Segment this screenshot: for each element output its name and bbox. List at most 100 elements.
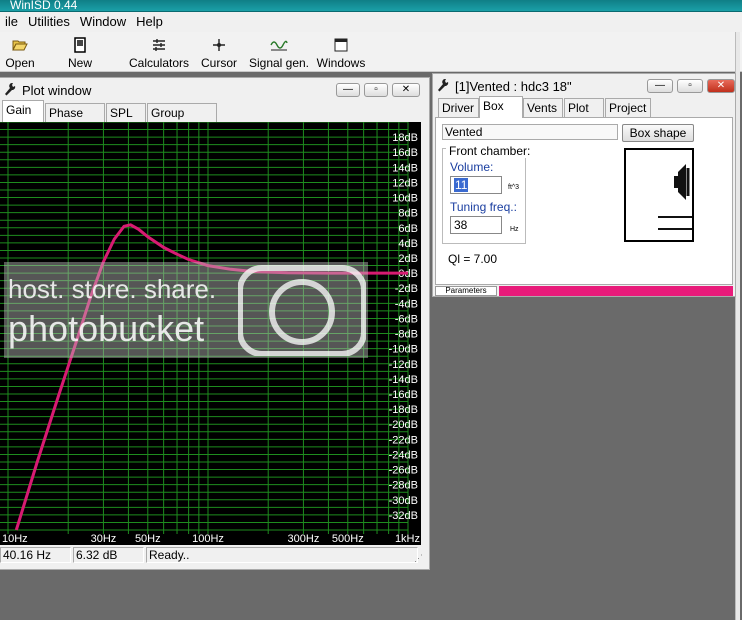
signal-gen-button[interactable]: Signal gen.: [240, 32, 318, 72]
volume-input[interactable]: 11: [450, 176, 502, 194]
gain-plot[interactable]: 18dB 16dB 14dB 12dB 10dB 8dB 6dB 4dB 2dB 0dB -2dB -…: [0, 122, 421, 545]
cursor-button[interactable]: Cursor: [198, 32, 240, 72]
app-title: WinISD 0.44: [10, 0, 78, 12]
status-ready: Ready..: [146, 547, 418, 563]
y-tick-label: 2dB: [398, 253, 418, 265]
y-tick-label: -12dB: [389, 359, 418, 371]
signal-gen-label: Signal gen.: [248, 56, 310, 70]
close-button[interactable]: ✕: [707, 79, 735, 93]
close-icon: ✕: [401, 84, 411, 95]
y-tick-label: -22dB: [389, 434, 418, 446]
y-tick-label: 16dB: [392, 147, 418, 159]
x-tick-label: 300Hz: [288, 533, 320, 545]
y-tick-label: -20dB: [389, 419, 418, 431]
tab-spl[interactable]: SPL: [106, 103, 146, 123]
status-frequency: 40.16 Hz: [0, 547, 71, 563]
x-tick-label: 30Hz: [91, 533, 117, 545]
y-tick-label: -8dB: [395, 329, 418, 341]
open-label: Open: [5, 56, 35, 70]
calculators-label: Calculators: [128, 56, 190, 70]
minimize-icon: —: [343, 84, 353, 95]
y-tick-label: -32dB: [389, 510, 418, 522]
box-type-combo[interactable]: Vented: [442, 124, 618, 140]
y-tick-label: 18dB: [392, 132, 418, 144]
y-tick-label: -2dB: [395, 283, 418, 295]
front-chamber-label: Front chamber:: [446, 144, 534, 158]
calculators-button[interactable]: Calculators: [120, 32, 198, 72]
parameters-tab[interactable]: Parameters: [435, 286, 497, 296]
volume-label: Volume:: [450, 160, 494, 174]
tuning-freq-input[interactable]: 38: [450, 216, 502, 234]
tab-group-delay[interactable]: Group delay: [147, 103, 217, 138]
ql-value: Ql = 7.00: [448, 252, 498, 266]
menu-file[interactable]: ile: [0, 12, 23, 32]
y-tick-label: -4dB: [395, 298, 418, 310]
folder-open-icon: [12, 36, 28, 54]
maximize-icon: ▫: [688, 80, 692, 91]
calculator-icon: [151, 36, 167, 54]
minimize-button[interactable]: —: [647, 79, 673, 93]
plot-status-bar: 40.16 Hz 6.32 dB Ready.. ⋰: [0, 545, 428, 565]
wrench-icon: [4, 82, 18, 99]
maximize-button[interactable]: ▫: [677, 79, 703, 93]
x-tick-label: 10Hz: [2, 533, 28, 545]
resize-grip-icon[interactable]: ⋰: [414, 553, 423, 564]
y-tick-label: -26dB: [389, 465, 418, 477]
box-shape-preview: [624, 148, 694, 242]
maximize-button[interactable]: ▫: [364, 83, 388, 97]
tab-driver[interactable]: Driver: [438, 98, 479, 118]
tuning-freq-label: Tuning freq.:: [450, 200, 517, 214]
menu-bar: ile Utilities Window Help: [0, 12, 742, 32]
new-document-icon: [74, 36, 86, 54]
tab-box[interactable]: Box: [479, 96, 523, 118]
tab-gain[interactable]: Gain: [2, 100, 44, 122]
y-tick-label: -18dB: [389, 404, 418, 416]
cursor-label: Cursor: [200, 56, 237, 70]
sine-wave-icon: [270, 36, 288, 54]
box-window-title: [1]Vented : hdc3 18": [455, 78, 572, 94]
speaker-driver-icon: [658, 164, 692, 230]
tuning-freq-unit: Hz: [510, 226, 519, 233]
menu-help[interactable]: Help: [131, 12, 168, 32]
app-title-bar: WinISD 0.44: [0, 0, 742, 12]
x-tick-label: 500Hz: [332, 533, 364, 545]
box-tab-panel: Vented Box shape Front chamber: Volume: …: [435, 117, 733, 285]
y-tick-label: 10dB: [392, 193, 418, 205]
close-icon: ✕: [716, 80, 726, 91]
box-shape-button[interactable]: Box shape: [622, 124, 694, 142]
y-tick-label: -10dB: [389, 344, 418, 356]
plot-window-title: Plot window: [22, 82, 92, 98]
new-button[interactable]: New: [40, 32, 120, 72]
new-label: New: [67, 56, 92, 70]
wrench-icon: [437, 78, 451, 95]
y-tick-label: 6dB: [398, 223, 418, 235]
toolbar: Open New Calculators Cursor Signal gen. …: [0, 32, 742, 72]
minimize-button[interactable]: —: [336, 83, 360, 97]
x-tick-label: 1kHz: [395, 533, 420, 545]
open-button[interactable]: Open: [0, 32, 40, 72]
maximize-icon: ▫: [374, 84, 378, 95]
y-tick-label: -24dB: [389, 449, 418, 461]
y-tick-label: -30dB: [389, 495, 418, 507]
y-tick-label: -6dB: [395, 313, 418, 325]
minimize-icon: —: [655, 80, 665, 91]
x-tick-label: 100Hz: [192, 533, 224, 545]
volume-value: 11: [454, 178, 469, 192]
status-gain: 6.32 dB: [73, 547, 144, 563]
tab-phase-plot[interactable]: Phase plot: [45, 103, 105, 138]
tab-plot[interactable]: Plot: [564, 98, 604, 118]
windows-label: Windows: [316, 56, 366, 70]
y-tick-label: 4dB: [398, 238, 418, 250]
window-icon: [334, 36, 348, 54]
y-tick-label: -16dB: [389, 389, 418, 401]
close-button[interactable]: ✕: [392, 83, 420, 97]
windows-button[interactable]: Windows: [316, 32, 366, 72]
box-window: [1]Vented : hdc3 18" — ▫ ✕ Driver Box Ve…: [432, 73, 736, 297]
menu-utilities[interactable]: Utilities: [23, 12, 75, 32]
parameters-bar: [499, 286, 733, 296]
menu-window[interactable]: Window: [75, 12, 131, 32]
tab-project[interactable]: Project: [605, 98, 651, 118]
tab-vents[interactable]: Vents: [523, 98, 563, 118]
gain-chart: 18dB16dB14dB12dB10dB8dB6dB4dB2dB0dB-2dB-…: [0, 122, 420, 545]
y-tick-label: -14dB: [389, 374, 418, 386]
